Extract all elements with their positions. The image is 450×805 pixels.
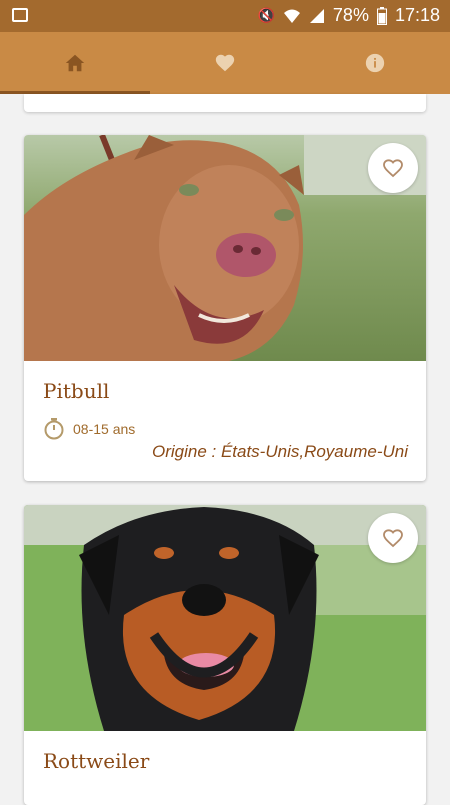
- breed-name: Pitbull: [43, 379, 110, 403]
- battery-percent: 78%: [332, 5, 369, 25]
- breed-photo: [24, 505, 426, 731]
- heart-icon: [215, 54, 235, 72]
- origin-text: Origine : États-Unis,Royaume-Uni: [151, 442, 408, 461]
- heart-outline-icon: [383, 529, 403, 548]
- info-icon: [365, 53, 385, 73]
- tab-info[interactable]: [300, 32, 450, 94]
- breed-name: Rottweiler: [43, 749, 150, 773]
- previous-card-bottom: [24, 94, 426, 112]
- stopwatch-icon: [44, 418, 64, 440]
- heart-outline-icon: [383, 159, 403, 178]
- tab-favorites[interactable]: [150, 32, 300, 94]
- mute-icon: 🔇: [257, 7, 275, 23]
- tab-home[interactable]: [0, 32, 150, 94]
- signal-icon: [309, 8, 324, 23]
- status-bar: 🔇 78% 17:18: [0, 0, 450, 32]
- lifespan: 08-15 ans: [43, 417, 135, 441]
- battery-icon: [376, 6, 387, 25]
- lifespan-text: 08-15 ans: [73, 421, 136, 437]
- breed-card[interactable]: Rottweiler: [24, 505, 426, 805]
- gallery-notification-icon: [12, 8, 28, 22]
- clock: 17:18: [394, 5, 440, 25]
- home-icon: [65, 54, 85, 72]
- tab-bar: [0, 32, 450, 94]
- favorite-button[interactable]: [368, 143, 418, 193]
- breed-card[interactable]: Pitbull 08-15 ans Origine : États-Unis,R…: [24, 135, 426, 481]
- favorite-button[interactable]: [368, 513, 418, 563]
- wifi-icon: [283, 9, 300, 23]
- breed-photo: [24, 135, 426, 361]
